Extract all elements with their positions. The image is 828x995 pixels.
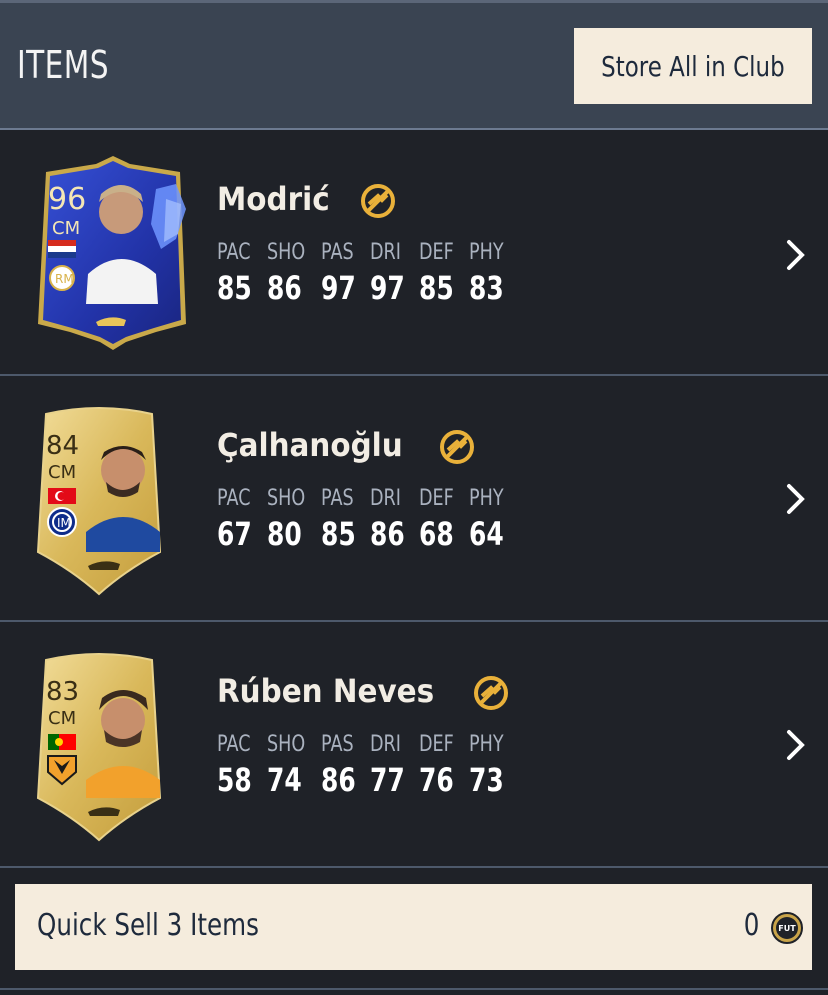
chevron-right-icon[interactable] [784, 238, 808, 272]
stat-value-pas: 97 [321, 269, 356, 307]
stat-label-def: DEF [419, 486, 454, 511]
card-rating: 83 [46, 677, 79, 707]
card-rating: 96 [48, 182, 86, 217]
page-title: ITEMS [17, 43, 109, 87]
items-header: ITEMS Store All in Club [0, 3, 828, 130]
stat-label-phy: PHY [469, 486, 504, 511]
card-position: CM [52, 218, 80, 239]
real-madrid-crest-icon: RM [49, 265, 75, 291]
stat-label-dri: DRI [370, 486, 401, 511]
chevron-right-icon[interactable] [784, 482, 808, 516]
inter-crest-icon: IM [47, 507, 77, 537]
player-row-ruben-neves[interactable]: 83 CM Rúben Neves PAC 58 SHO 74 PAS 86 DRI 7… [0, 622, 828, 868]
quick-sell-button[interactable]: Quick Sell 3 Items 0 FUT [15, 884, 812, 970]
svg-text:IM: IM [57, 516, 71, 530]
stat-label-pas: PAS [321, 486, 354, 511]
store-all-in-club-button[interactable]: Store All in Club [574, 28, 812, 104]
player-name: Rúben Neves [217, 672, 510, 712]
stat-value-def: 76 [419, 761, 454, 799]
player-row-modric[interactable]: 96 CM RM Modrić PAC 85 SHO 86 PAS 97 DRI 97 … [0, 130, 828, 376]
portugal-flag-icon [48, 734, 76, 750]
stat-label-sho: SHO [267, 240, 306, 265]
turkey-flag-icon [48, 488, 76, 504]
stat-value-dri: 86 [370, 515, 405, 553]
stat-label-pac: PAC [217, 240, 251, 265]
stat-label-dri: DRI [370, 732, 401, 757]
stat-value-pas: 86 [321, 761, 356, 799]
stat-label-phy: PHY [469, 240, 504, 265]
stat-value-pas: 85 [321, 515, 356, 553]
stat-label-def: DEF [419, 732, 454, 757]
quick-sell-label: Quick Sell 3 Items [37, 908, 259, 943]
stat-value-dri: 97 [370, 269, 405, 307]
stat-value-phy: 64 [469, 515, 504, 553]
stat-value-phy: 83 [469, 269, 504, 307]
stat-value-sho: 86 [267, 269, 302, 307]
bottom-divider [0, 988, 828, 990]
card-position: CM [48, 462, 76, 483]
stat-value-def: 85 [419, 269, 454, 307]
stat-value-sho: 80 [267, 515, 302, 553]
player-card-toty: 96 CM RM [38, 156, 186, 350]
coin-icon: FUT [771, 912, 803, 944]
stat-value-pac: 85 [217, 269, 252, 307]
quick-sell-value: 0 [743, 908, 760, 943]
stat-value-phy: 73 [469, 761, 504, 799]
player-card-gold: 83 CM [36, 653, 162, 842]
card-position: CM [48, 708, 76, 729]
card-rating: 84 [46, 431, 79, 461]
stat-label-phy: PHY [469, 732, 504, 757]
stat-value-pac: 58 [217, 761, 252, 799]
untradeable-icon [360, 184, 395, 218]
stat-label-pac: PAC [217, 486, 251, 511]
player-row-calhanoglu[interactable]: 84 CM IM Çalhanoğlu PAC 67 SHO 80 PAS 85 DR… [0, 376, 828, 622]
stat-label-pac: PAC [217, 732, 251, 757]
stat-label-sho: SHO [267, 486, 306, 511]
svg-text:FUT: FUT [778, 924, 796, 933]
player-name: Modrić [217, 180, 397, 220]
stat-value-dri: 77 [370, 761, 405, 799]
stat-value-def: 68 [419, 515, 454, 553]
untradeable-icon [474, 676, 509, 710]
stat-label-sho: SHO [267, 732, 306, 757]
chevron-right-icon[interactable] [784, 728, 808, 762]
stat-value-pac: 67 [217, 515, 252, 553]
player-card-gold: 84 CM IM [36, 407, 162, 596]
svg-text:RM: RM [55, 272, 74, 286]
store-all-in-club-label: Store All in Club [601, 49, 785, 83]
player-name: Çalhanoğlu [217, 426, 476, 466]
stat-label-pas: PAS [321, 732, 354, 757]
stat-label-pas: PAS [321, 240, 354, 265]
stat-label-dri: DRI [370, 240, 401, 265]
stat-label-def: DEF [419, 240, 454, 265]
untradeable-icon [439, 430, 474, 464]
stat-value-sho: 74 [267, 761, 302, 799]
croatia-flag-icon [48, 240, 76, 258]
